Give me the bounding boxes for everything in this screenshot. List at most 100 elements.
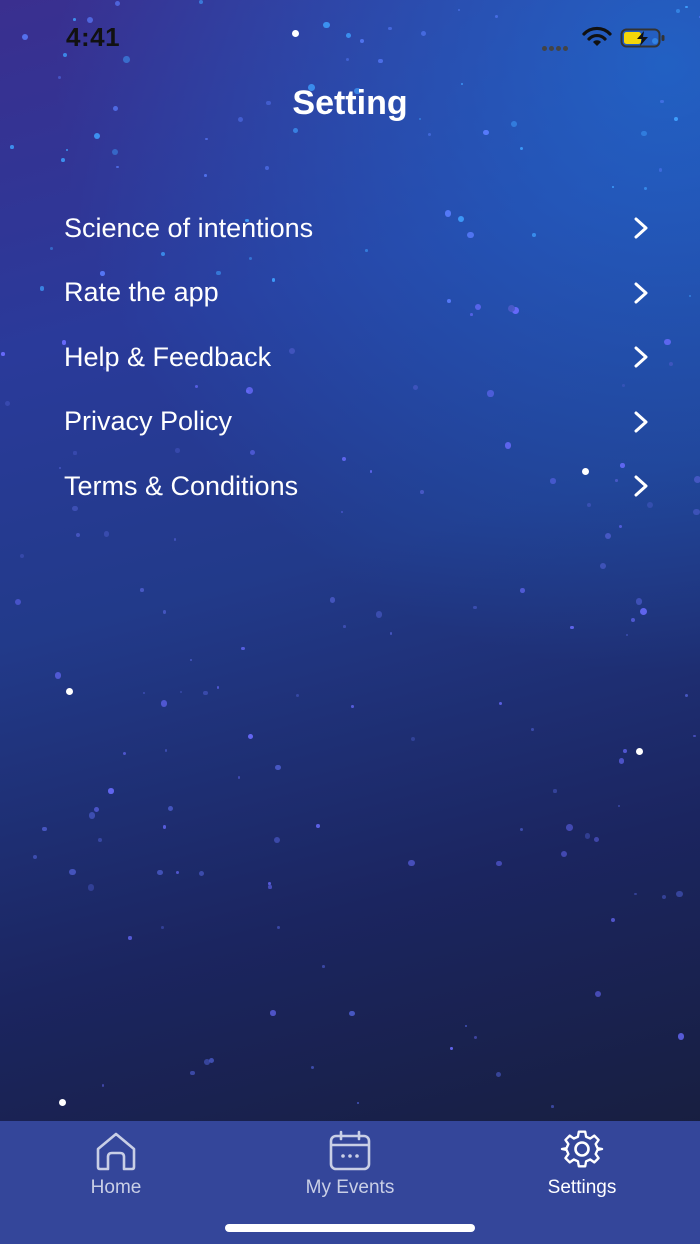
status-bar: 4:41: [0, 0, 700, 70]
star: [350, 705, 354, 709]
star: [310, 1065, 314, 1069]
home-indicator: [225, 1224, 475, 1232]
star: [499, 702, 503, 706]
star: [618, 757, 625, 764]
tab-settings[interactable]: Settings: [492, 1129, 672, 1199]
star: [93, 807, 99, 813]
star: [39, 286, 45, 291]
star: [473, 606, 477, 610]
star: [189, 658, 192, 661]
star: [520, 587, 525, 593]
star: [160, 926, 164, 929]
star: [76, 533, 81, 538]
star: [636, 748, 643, 755]
star: [264, 165, 269, 170]
star: [59, 1099, 66, 1106]
status-time: 4:41: [66, 22, 121, 52]
star: [116, 165, 120, 169]
star: [204, 173, 208, 177]
star: [427, 132, 431, 137]
star: [496, 860, 502, 867]
menu-item-rate-the-app[interactable]: Rate the app: [64, 261, 649, 326]
home-icon: [96, 1132, 136, 1171]
star: [519, 828, 523, 832]
star: [97, 838, 102, 842]
star: [617, 804, 620, 808]
star: [162, 609, 167, 614]
star: [635, 598, 643, 605]
star: [128, 936, 132, 940]
star: [202, 690, 208, 696]
star: [87, 884, 95, 891]
star: [58, 76, 61, 80]
star: [1, 352, 5, 356]
star: [450, 1047, 453, 1050]
star: [630, 617, 636, 623]
star: [343, 625, 346, 628]
chevron-right-icon: [634, 282, 648, 304]
star: [566, 824, 573, 832]
menu-item-help-feedback[interactable]: Help & Feedback: [64, 325, 649, 390]
menu-item-privacy-policy[interactable]: Privacy Policy: [64, 390, 649, 455]
star: [160, 700, 168, 707]
star: [275, 764, 282, 771]
star: [604, 532, 611, 539]
star: [356, 1101, 359, 1104]
star: [276, 925, 280, 929]
star: [483, 129, 490, 136]
star: [104, 531, 110, 537]
star: [553, 789, 557, 793]
star: [69, 868, 76, 876]
star: [693, 508, 700, 516]
starfield: [0, 0, 700, 1244]
star: [179, 690, 183, 694]
star: [322, 965, 325, 968]
tab-label-settings: Settings: [547, 1177, 617, 1198]
star: [270, 1010, 276, 1016]
star: [20, 554, 25, 559]
star: [407, 859, 415, 867]
star: [122, 751, 127, 755]
tab-my-events[interactable]: My Events: [260, 1129, 440, 1199]
star: [595, 991, 602, 998]
star: [623, 749, 628, 754]
star: [634, 892, 637, 896]
star: [112, 148, 119, 156]
star: [664, 338, 671, 345]
star: [240, 646, 245, 651]
star: [140, 588, 144, 592]
star: [54, 672, 62, 679]
menu-item-terms-conditions[interactable]: Terms & Conditions: [64, 454, 649, 519]
star: [101, 1084, 105, 1087]
star: [662, 894, 667, 899]
star: [199, 871, 205, 877]
star: [684, 694, 689, 698]
menu-item-science-of-intentions[interactable]: Science of intentions: [64, 196, 649, 261]
menu-item-label: Science of intentions: [64, 212, 314, 243]
star: [410, 736, 415, 742]
star: [59, 466, 62, 469]
wifi-icon: [582, 26, 612, 46]
star: [676, 890, 683, 898]
star: [175, 871, 180, 875]
star: [65, 149, 68, 152]
star: [273, 836, 280, 843]
star: [593, 837, 599, 843]
star: [162, 825, 167, 829]
star: [561, 851, 568, 858]
settings-menu: Science of intentions Rate the app Help …: [64, 196, 649, 519]
tab-home[interactable]: Home: [26, 1129, 206, 1199]
star: [204, 1059, 211, 1066]
star: [612, 186, 615, 189]
star: [42, 826, 47, 832]
gear-icon: [560, 1130, 604, 1168]
chevron-right-icon: [634, 217, 648, 239]
star: [640, 130, 647, 137]
star: [49, 247, 53, 251]
star: [268, 881, 272, 885]
star: [329, 597, 336, 603]
star: [658, 168, 663, 172]
star: [349, 1010, 355, 1017]
background-glow: [0, 0, 700, 1244]
star: [157, 869, 163, 876]
